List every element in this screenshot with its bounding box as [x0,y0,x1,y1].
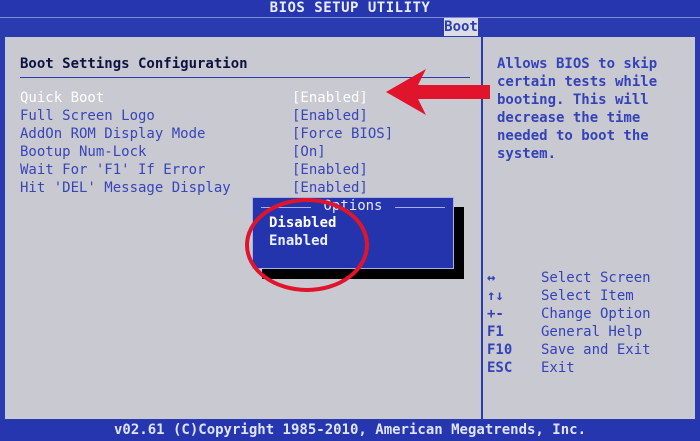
setting-label: Quick Boot [20,90,105,106]
setting-label: Bootup Num-Lock [20,144,147,160]
setting-label: AddOn ROM Display Mode [20,126,206,142]
setting-value[interactable]: [Enabled] [292,89,368,107]
key-action: Change Option [541,306,651,322]
setting-label: Wait For 'F1' If Error [20,162,206,178]
key-action: General Help [541,324,643,340]
setting-value[interactable]: [On] [292,143,326,161]
key-name: ↑↓ [487,288,504,304]
key-action: Exit [541,360,575,376]
key-action: Select Screen [541,270,651,286]
setting-value[interactable]: [Force BIOS] [292,125,393,143]
setting-label: Hit 'DEL' Message Display [20,180,231,196]
bios-title: BIOS SETUP UTILITY [269,0,431,16]
tab-boot[interactable]: Boot [444,18,478,36]
red-circle-annotation [245,198,369,292]
setting-bootup-num-lock[interactable]: Bootup Num-Lock [On] [20,143,480,161]
setting-wait-f1[interactable]: Wait For 'F1' If Error [Enabled] [20,161,480,179]
key-name: F10 [487,342,513,358]
key-action: Save and Exit [541,342,651,358]
setting-value[interactable]: [Enabled] [292,161,368,179]
key-name: +- [487,306,504,322]
setting-addon-rom-display-mode[interactable]: AddOn ROM Display Mode [Force BIOS] [20,125,480,143]
help-text: Allows BIOS to skip certain tests while … [497,56,658,162]
key-name: ↔ [487,270,496,286]
red-arrow-annotation [386,69,490,115]
title-bar: BIOS SETUP UTILITY [0,0,700,18]
footer-copyright: v02.61 (C)Copyright 1985-2010, American … [0,420,700,441]
key-name: ESC [487,360,513,376]
setting-value[interactable]: [Enabled] [292,107,368,125]
key-name: F1 [487,324,504,340]
setting-label: Full Screen Logo [20,108,155,124]
section-title: Boot Settings Configuration [20,56,248,72]
help-pane: Allows BIOS to skip certain tests while … [483,37,695,419]
key-action: Select Item [541,288,634,304]
